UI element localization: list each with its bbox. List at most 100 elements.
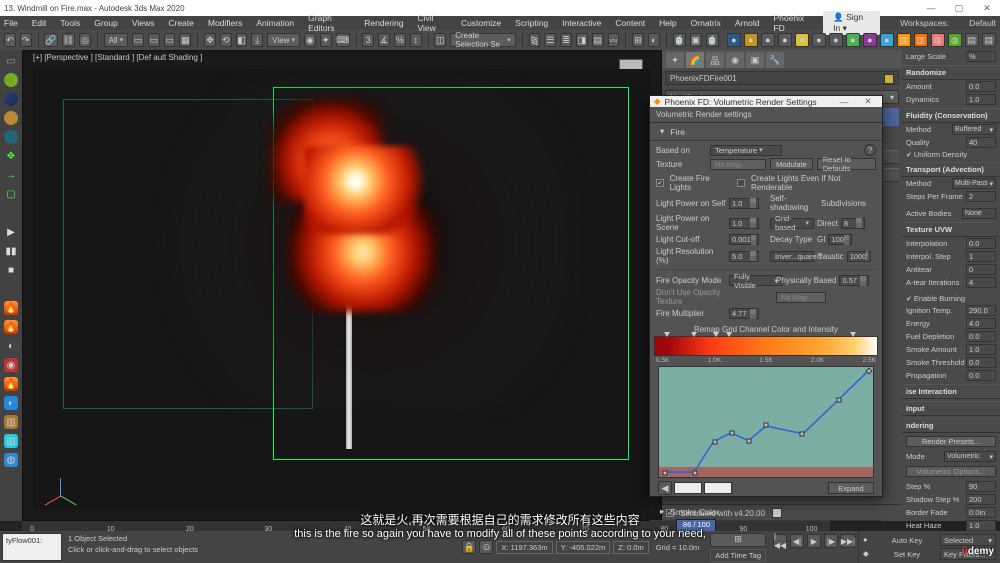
named-selection-dropdown[interactable]: Create Selection Se bbox=[450, 33, 516, 47]
texture-slot[interactable]: No Map bbox=[710, 159, 766, 170]
t-m-icon[interactable]: ◍ bbox=[931, 33, 945, 47]
viewport[interactable]: [+] [Perspective ] [Standard ] [Def ault… bbox=[22, 50, 662, 521]
material-icon[interactable]: ◐ bbox=[648, 33, 660, 47]
undo-icon[interactable]: ↶ bbox=[4, 33, 16, 47]
prev-frame-icon[interactable]: ◀| bbox=[790, 534, 804, 548]
cmd-utilities-tab[interactable]: 🔧 bbox=[766, 52, 784, 68]
smoke-amt-spinner[interactable]: 1.0 bbox=[966, 344, 996, 355]
dynamics-spinner[interactable]: 1.0 bbox=[966, 94, 996, 105]
redo-icon[interactable]: ↷ bbox=[20, 33, 32, 47]
lock-icon[interactable]: 🔒 bbox=[462, 540, 476, 554]
play-anim-icon[interactable]: ▶ bbox=[807, 534, 821, 548]
setkey-icon[interactable]: ◆ bbox=[863, 549, 874, 560]
next-frame-icon[interactable]: |▶ bbox=[824, 534, 838, 548]
step-pct-spinner[interactable]: 90 bbox=[966, 481, 996, 492]
spinner-snap-icon[interactable]: ↕ bbox=[410, 33, 422, 47]
tool-f-icon[interactable]: ◉ bbox=[4, 358, 18, 372]
menu-grapheditors[interactable]: Graph Editors bbox=[308, 13, 350, 33]
menu-modifiers[interactable]: Modifiers bbox=[208, 18, 242, 28]
ignition-spinner[interactable]: 290.0 bbox=[966, 305, 996, 316]
tool-h-icon[interactable]: ▥ bbox=[4, 415, 18, 429]
window-crossing-icon[interactable]: ▦ bbox=[179, 33, 191, 47]
energy-spinner[interactable]: 4.0 bbox=[966, 318, 996, 329]
axis-arrow-icon[interactable]: → bbox=[4, 168, 18, 182]
togglescene-icon[interactable]: ◨ bbox=[576, 33, 588, 47]
color-gradient[interactable] bbox=[654, 336, 878, 356]
angle-snap-icon[interactable]: ∡ bbox=[378, 33, 390, 47]
method2-dropdown[interactable]: Multi-Pass▾ bbox=[952, 178, 996, 189]
refcoord-dropdown[interactable]: View bbox=[267, 33, 300, 47]
auto-key-button[interactable]: Auto Key bbox=[892, 536, 922, 545]
place-icon[interactable]: ⤓ bbox=[251, 33, 263, 47]
selection-filter-dropdown[interactable]: All bbox=[104, 33, 128, 47]
self-shadow-dropdown[interactable]: Grid-based bbox=[770, 218, 814, 229]
cmd-create-tab[interactable]: ✦ bbox=[666, 52, 684, 68]
fuel-dep-spinner[interactable]: 0.0 bbox=[966, 331, 996, 342]
keyboard-icon[interactable]: ⌨ bbox=[336, 33, 350, 47]
fire-opacity-mode-dropdown[interactable]: Fully Visible bbox=[729, 275, 783, 286]
goto-end-icon[interactable]: ▶▶| bbox=[841, 534, 855, 548]
play-icon[interactable]: ▶ bbox=[4, 225, 18, 239]
ribbon-icon[interactable]: ▤ bbox=[592, 33, 604, 47]
atear-iter-spinner[interactable]: 4 bbox=[966, 277, 996, 288]
select-name-icon[interactable]: ▭ bbox=[148, 33, 160, 47]
shadow-step-spinner[interactable]: 200 bbox=[966, 494, 996, 505]
render-prod-icon[interactable]: 🍵 bbox=[706, 33, 719, 47]
light-scene-spinner[interactable]: 1.0 bbox=[729, 218, 759, 229]
gi-spinner[interactable]: 100 bbox=[828, 234, 852, 245]
menu-animation[interactable]: Animation bbox=[256, 18, 294, 28]
rendering-header[interactable]: ndering bbox=[902, 418, 1000, 433]
tool-g-icon[interactable]: ◐ bbox=[4, 396, 18, 410]
t-j-icon[interactable]: ● bbox=[880, 33, 894, 47]
editnamed-icon[interactable]: ◫ bbox=[434, 33, 446, 47]
menu-phoenixfd[interactable]: Phoenix FD bbox=[773, 13, 809, 33]
create-lights-even-check[interactable] bbox=[737, 179, 745, 187]
menu-interactive[interactable]: Interactive bbox=[562, 18, 601, 28]
render-setup-icon[interactable]: 🍵 bbox=[673, 33, 686, 47]
tool-e-icon[interactable]: ◐ bbox=[4, 339, 18, 353]
cmd-modify-tab[interactable]: 🌈 bbox=[686, 52, 704, 68]
t-n-icon[interactable]: ◍ bbox=[948, 33, 962, 47]
select-obj-icon[interactable]: ▭ bbox=[4, 54, 18, 68]
menu-file[interactable]: File bbox=[4, 18, 18, 28]
stop-icon[interactable]: ■ bbox=[4, 263, 18, 277]
axis-square-icon[interactable]: ▢ bbox=[4, 187, 18, 201]
interpol-step-spinner[interactable]: 1 bbox=[966, 251, 996, 262]
add-time-tag[interactable]: Add Time Tag bbox=[710, 549, 766, 562]
schematic-icon[interactable]: ⊞ bbox=[632, 33, 644, 47]
bind-icon[interactable]: ◎ bbox=[79, 33, 91, 47]
link-icon[interactable]: 🔗 bbox=[44, 33, 57, 47]
enable-burning-check[interactable]: Enable Burning bbox=[906, 294, 965, 303]
propagation-spinner[interactable]: 0.0 bbox=[966, 370, 996, 381]
fire-c-icon[interactable]: 🔥 bbox=[4, 377, 18, 391]
fire-a-icon[interactable]: 🔥 bbox=[4, 301, 18, 315]
close-button[interactable]: ✕ bbox=[978, 3, 996, 14]
percent-snap-icon[interactable]: % bbox=[394, 33, 406, 47]
t-c-icon[interactable]: ● bbox=[761, 33, 775, 47]
border-fade-spinner[interactable]: 0.0in bbox=[966, 507, 996, 518]
menu-views[interactable]: Views bbox=[132, 18, 155, 28]
t-p-icon[interactable]: ▤ bbox=[982, 33, 996, 47]
t-b-icon[interactable]: ● bbox=[744, 33, 758, 47]
minimize-button[interactable]: — bbox=[922, 3, 940, 14]
mirror-icon[interactable]: ⧎ bbox=[529, 33, 541, 47]
rotate-icon[interactable]: ⟲ bbox=[220, 33, 232, 47]
phys-based-spinner[interactable]: 0.57 bbox=[839, 275, 869, 286]
t-i-icon[interactable]: ● bbox=[863, 33, 877, 47]
t-a-icon[interactable]: ● bbox=[727, 33, 741, 47]
menu-scripting[interactable]: Scripting bbox=[515, 18, 548, 28]
large-scale-spinner[interactable]: % bbox=[966, 51, 996, 62]
sel-lock-icon[interactable]: ⊙ bbox=[479, 540, 493, 554]
tool-c-icon[interactable] bbox=[4, 111, 18, 125]
move-icon[interactable]: ✥ bbox=[204, 33, 216, 47]
menu-civilview[interactable]: Civil View bbox=[418, 13, 447, 33]
isolate-icon[interactable]: ⊞ bbox=[710, 533, 766, 547]
align-icon[interactable]: ☰ bbox=[544, 33, 556, 47]
input-header[interactable]: Input bbox=[902, 401, 1000, 416]
quality-spinner[interactable]: 40 bbox=[966, 137, 996, 148]
volumetric-options-button[interactable]: Volumetric Options... bbox=[906, 466, 996, 477]
interpolation-spinner[interactable]: 0.0 bbox=[966, 238, 996, 249]
create-fire-lights-check[interactable]: ✔ bbox=[656, 179, 664, 187]
menu-customize[interactable]: Customize bbox=[461, 18, 501, 28]
curve-val-input[interactable] bbox=[704, 482, 732, 494]
